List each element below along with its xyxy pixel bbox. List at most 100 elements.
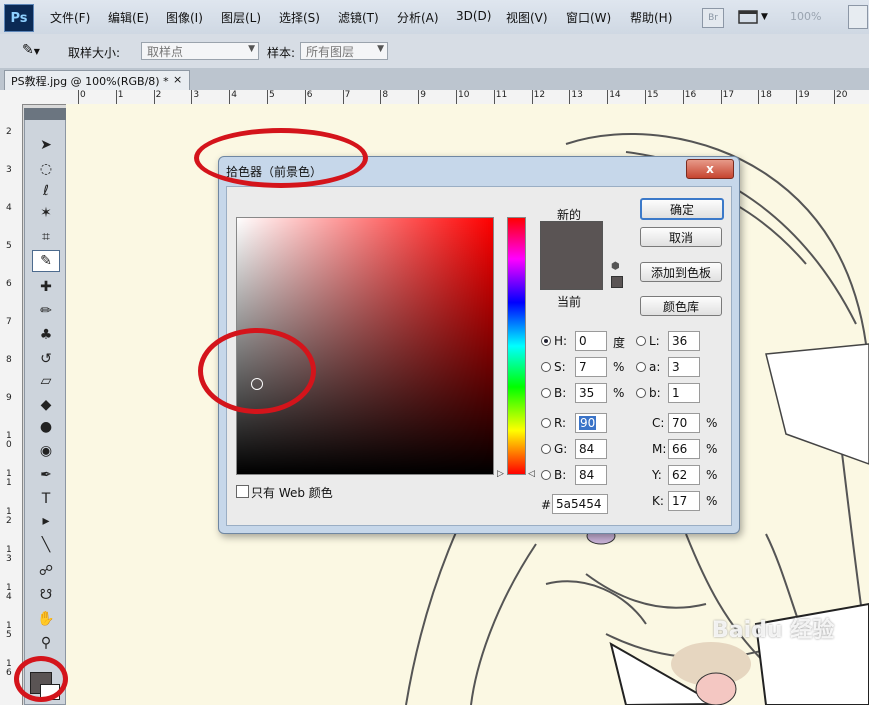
baidu-watermark: Baidu 经验 (712, 618, 835, 643)
lab-input[interactable]: 36 (668, 331, 700, 351)
lab-radio[interactable] (636, 362, 646, 372)
ruler-top-number: 0 (80, 90, 86, 100)
add-to-swatches-button[interactable]: 添加到色板 (640, 262, 722, 282)
rgb-input[interactable]: 84 (575, 465, 607, 485)
sample-size-select[interactable]: 取样点 ▼ (141, 42, 259, 60)
hand-tool-icon[interactable]: ✋ (32, 608, 60, 630)
marquee-tool-icon[interactable]: ◌ (32, 158, 60, 180)
crop-tool-icon[interactable]: ⌗ (32, 226, 60, 248)
lasso-tool-icon[interactable]: ℓ (32, 180, 60, 202)
cmyk-value: 62 (672, 468, 688, 482)
brush-tool-icon[interactable]: ✏ (32, 300, 60, 322)
ruler-top-number: 15 (647, 90, 659, 100)
eyedropper-tool-icon[interactable]: ✎ (32, 250, 60, 272)
pen-tool-icon[interactable]: ✒ (32, 464, 60, 486)
hsb-radio[interactable] (541, 362, 551, 372)
photoshop-logo: Ps (4, 4, 34, 32)
lab-input[interactable]: 1 (668, 383, 700, 403)
hsb-radio[interactable] (541, 336, 551, 346)
rgb-radio[interactable] (541, 470, 551, 480)
menu-item[interactable]: 编辑(E) (108, 9, 149, 26)
dodge-tool-icon[interactable]: ◉ (32, 440, 60, 462)
3d-orbit-tool-icon[interactable]: ☋ (32, 584, 60, 606)
hex-input[interactable]: 5a5454 (552, 494, 608, 514)
menu-item[interactable]: 滤镜(T) (338, 9, 379, 26)
ok-button[interactable]: 确定 (640, 198, 724, 220)
close-button[interactable]: x (686, 159, 734, 179)
3d-rotate-tool-icon[interactable]: ☍ (32, 560, 60, 582)
lab-value: 36 (672, 334, 688, 348)
cube-icon[interactable]: ⬢ (611, 261, 620, 272)
ruler-tick (493, 90, 495, 104)
ruler-left-number: 1 4 (6, 583, 12, 602)
rgb-value: 84 (579, 442, 595, 456)
web-colors-checkbox[interactable] (236, 485, 249, 498)
menu-item[interactable]: 帮助(H) (630, 9, 672, 26)
ruler-tick (456, 90, 457, 104)
menu-item[interactable]: 3D(D) (456, 9, 491, 23)
ruler-left-number: 1 5 (6, 621, 12, 640)
line-tool-icon[interactable]: ╲ (32, 534, 60, 556)
magic-wand-tool-icon[interactable]: ✶ (32, 202, 60, 224)
ruler-left-number: 7 (6, 317, 12, 327)
menu-item[interactable]: 分析(A) (397, 9, 439, 26)
type-tool-icon[interactable]: T (32, 488, 60, 510)
toolbox-header[interactable] (24, 108, 66, 120)
zoom-tool-icon[interactable]: ⚲ (32, 632, 60, 654)
healing-brush-tool-icon[interactable]: ✚ (32, 276, 60, 298)
menu-item[interactable]: 图像(I) (166, 9, 203, 26)
current-color-swatch[interactable] (540, 255, 603, 290)
hue-slider-right-handle[interactable]: ◁ (528, 469, 535, 479)
menu-item[interactable]: 视图(V) (506, 9, 548, 26)
ruler-top-number: 12 (533, 90, 546, 100)
hsb-input[interactable]: 7 (575, 357, 607, 377)
lab-radio[interactable] (636, 336, 646, 346)
hsb-radio[interactable] (541, 388, 551, 398)
screen-mode-button[interactable]: ▼ (738, 8, 774, 26)
ruler-top-number: 6 (306, 90, 313, 100)
cancel-button[interactable]: 取消 (640, 227, 722, 247)
menu-item[interactable]: 文件(F) (50, 9, 90, 26)
paint-bucket-tool-icon[interactable]: ◆ (32, 394, 60, 416)
cmyk-input[interactable]: 66 (668, 439, 700, 459)
close-icon[interactable]: × (173, 73, 182, 86)
sample-size-label: 取样大小: (68, 46, 121, 60)
clone-stamp-tool-icon[interactable]: ♣ (32, 324, 60, 346)
rgb-radio[interactable] (541, 418, 551, 428)
hue-slider[interactable] (507, 217, 526, 475)
color-libraries-button[interactable]: 颜色库 (640, 296, 722, 316)
menu-item[interactable]: 选择(S) (279, 9, 320, 26)
hue-slider-left-handle[interactable]: ▷ (497, 469, 504, 479)
ruler-tick (304, 90, 306, 104)
hex-label: # (541, 498, 552, 512)
hsb-input[interactable]: 0 (575, 331, 607, 351)
bridge-button[interactable]: Br (702, 8, 724, 28)
rgb-label: G: (554, 442, 568, 456)
history-brush-tool-icon[interactable]: ↺ (32, 348, 60, 370)
zoom-level[interactable]: 100% (790, 10, 821, 23)
eraser-tool-icon[interactable]: ▱ (32, 370, 60, 392)
sample-select[interactable]: 所有图层 ▼ (300, 42, 388, 60)
menu-item[interactable]: 图层(L) (221, 9, 261, 26)
lab-input[interactable]: 3 (668, 357, 700, 377)
ruler-tick (342, 90, 344, 104)
ruler-top-number: 20 (836, 90, 848, 100)
cmyk-value: 70 (672, 416, 688, 430)
blur-tool-icon[interactable]: ● (32, 416, 60, 438)
menu-item[interactable]: 窗口(W) (566, 9, 611, 26)
move-tool-icon[interactable]: ➤ (32, 134, 60, 156)
document-tab[interactable]: PS教程.jpg @ 100%(RGB/8) * (4, 70, 190, 90)
eyedropper-preset-icon[interactable]: ✎▼ (22, 42, 40, 58)
window-control-button[interactable] (848, 5, 868, 29)
rgb-input[interactable]: 90 (575, 413, 607, 433)
annotation-circle-foreground (14, 656, 68, 702)
gamut-warning-swatch[interactable] (611, 276, 623, 288)
lab-radio[interactable] (636, 388, 646, 398)
hsb-input[interactable]: 35 (575, 383, 607, 403)
rgb-input[interactable]: 84 (575, 439, 607, 459)
cmyk-input[interactable]: 17 (668, 491, 700, 511)
path-selection-tool-icon[interactable]: ▸ (32, 510, 60, 532)
cmyk-input[interactable]: 62 (668, 465, 700, 485)
cmyk-input[interactable]: 70 (668, 413, 700, 433)
rgb-radio[interactable] (541, 444, 551, 454)
